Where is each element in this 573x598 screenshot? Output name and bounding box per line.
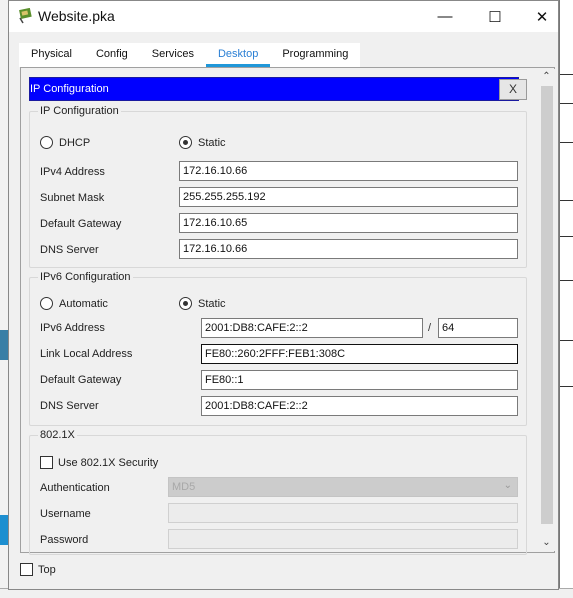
title-bar[interactable]: Website.pka — ☐ ✕ bbox=[9, 1, 558, 32]
device-window: Website.pka — ☐ ✕ Physical Config Servic… bbox=[8, 0, 559, 590]
top-checkbox[interactable]: Top bbox=[20, 563, 56, 576]
dhcp-radio[interactable]: DHCP bbox=[40, 136, 90, 149]
background-desktop-left bbox=[0, 0, 8, 598]
tab-desktop[interactable]: Desktop bbox=[205, 43, 271, 67]
ipv6-gateway-label: Default Gateway bbox=[40, 374, 122, 386]
ipv6-dns-input[interactable]: 2001:DB8:CAFE:2::2 bbox=[201, 396, 518, 416]
password-input[interactable] bbox=[168, 529, 518, 549]
use-8021x-checkbox[interactable]: Use 802.1X Security bbox=[40, 456, 158, 469]
tab-bar: Physical Config Services Desktop Program… bbox=[19, 43, 361, 67]
dns-server-input[interactable]: 172.16.10.66 bbox=[179, 239, 518, 259]
ipv6-address-label: IPv6 Address bbox=[40, 322, 105, 334]
dhcp-label: DHCP bbox=[59, 136, 91, 149]
minimize-button[interactable]: — bbox=[422, 1, 468, 32]
background-line bbox=[560, 280, 573, 281]
scroll-thumb[interactable] bbox=[541, 86, 553, 524]
vertical-scrollbar[interactable]: ⌃ ⌄ bbox=[538, 69, 555, 551]
default-gateway-input[interactable]: 172.16.10.65 bbox=[179, 213, 518, 233]
static-label: Static bbox=[198, 297, 226, 310]
scroll-down-icon[interactable]: ⌄ bbox=[538, 535, 555, 551]
background-line bbox=[560, 142, 573, 143]
authentication-label: Authentication bbox=[40, 482, 110, 494]
default-gateway-label: Default Gateway bbox=[40, 218, 122, 230]
ipv4-config-group: IP Configuration DHCP Static IPv4 Addres… bbox=[29, 105, 527, 268]
maximize-icon: ☐ bbox=[488, 8, 502, 26]
background-line bbox=[560, 340, 573, 341]
ipv4-address-label: IPv4 Address bbox=[40, 166, 105, 178]
panel-header: IP Configuration X bbox=[29, 77, 527, 101]
checkbox-unchecked-icon bbox=[20, 563, 33, 576]
link-local-label: Link Local Address bbox=[40, 348, 133, 360]
dot1x-group: 802.1X Use 802.1X Security Authenticatio… bbox=[29, 429, 527, 555]
radio-selected-icon bbox=[179, 136, 192, 149]
close-button[interactable]: ✕ bbox=[519, 1, 565, 32]
static-label: Static bbox=[198, 136, 226, 149]
ipv6-gateway-input[interactable]: FE80::1 bbox=[201, 370, 518, 390]
panel-title: IP Configuration bbox=[30, 83, 109, 95]
ipv6-config-group: IPv6 Configuration Automatic Static IPv6… bbox=[29, 271, 527, 426]
background-line bbox=[560, 236, 573, 237]
close-icon: ✕ bbox=[535, 8, 549, 26]
scroll-up-icon[interactable]: ⌃ bbox=[538, 69, 555, 85]
automatic-label: Automatic bbox=[59, 297, 108, 310]
password-label: Password bbox=[40, 534, 89, 546]
radio-selected-icon bbox=[179, 297, 192, 310]
group-title: IPv6 Configuration bbox=[38, 271, 133, 283]
authentication-select[interactable]: MD5 ⌄ bbox=[168, 477, 518, 497]
background-line bbox=[560, 74, 573, 75]
ipv6-address-input[interactable]: 2001:DB8:CAFE:2::2 bbox=[201, 318, 423, 338]
app-icon bbox=[19, 8, 32, 24]
background-strip bbox=[0, 515, 8, 545]
panel-close-button[interactable]: X bbox=[499, 79, 527, 100]
ip-configuration-panel: IP Configuration X IP Configuration DHCP… bbox=[20, 67, 555, 555]
chevron-down-icon: ⌄ bbox=[503, 480, 512, 491]
background-line bbox=[560, 200, 573, 201]
ipv6-automatic-radio[interactable]: Automatic bbox=[40, 297, 108, 310]
static-radio[interactable]: Static bbox=[179, 136, 226, 149]
username-input[interactable] bbox=[168, 503, 518, 523]
subnet-mask-input[interactable]: 255.255.255.192 bbox=[179, 187, 518, 207]
background-desktop-right bbox=[559, 0, 573, 598]
use-8021x-label: Use 802.1X Security bbox=[58, 456, 159, 469]
top-label: Top bbox=[38, 563, 56, 576]
window-title: Website.pka bbox=[38, 8, 115, 24]
ipv6-static-radio[interactable]: Static bbox=[179, 297, 226, 310]
checkbox-unchecked-icon bbox=[40, 456, 53, 469]
background-line bbox=[560, 103, 573, 104]
group-title: 802.1X bbox=[38, 429, 77, 441]
subnet-mask-label: Subnet Mask bbox=[40, 192, 105, 204]
username-label: Username bbox=[40, 508, 91, 520]
tab-physical[interactable]: Physical bbox=[19, 43, 84, 67]
tab-programming[interactable]: Programming bbox=[270, 43, 361, 67]
radio-unselected-icon bbox=[40, 136, 53, 149]
group-title: IP Configuration bbox=[38, 105, 121, 117]
maximize-button[interactable]: ☐ bbox=[472, 1, 518, 32]
background-line bbox=[560, 386, 573, 387]
dns-server-label: DNS Server bbox=[40, 244, 99, 256]
ipv6-dns-label: DNS Server bbox=[40, 400, 99, 412]
tab-services[interactable]: Services bbox=[139, 43, 206, 67]
radio-unselected-icon bbox=[40, 297, 53, 310]
ipv6-prefix-input[interactable]: 64 bbox=[438, 318, 518, 338]
prefix-separator: / bbox=[428, 322, 432, 334]
authentication-value: MD5 bbox=[172, 481, 196, 493]
ipv4-address-input[interactable]: 172.16.10.66 bbox=[179, 161, 518, 181]
link-local-address-input[interactable]: FE80::260:2FFF:FEB1:308C bbox=[201, 344, 518, 364]
minimize-icon: — bbox=[437, 8, 453, 25]
background-strip bbox=[0, 330, 8, 360]
tab-config[interactable]: Config bbox=[83, 43, 140, 67]
